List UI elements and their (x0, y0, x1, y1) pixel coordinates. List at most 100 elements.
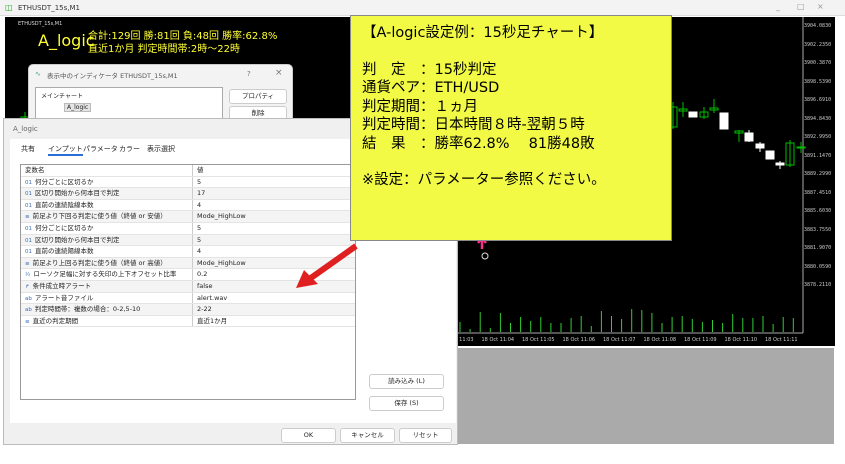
table-row[interactable]: 01 区切り開始から何本目で判定 17 (21, 188, 355, 200)
price-axis-label: 3880.0590 (804, 263, 832, 270)
param-type-icon: ½ (25, 272, 31, 279)
bearish-candle (719, 112, 729, 130)
bearish-candle (688, 111, 698, 118)
param-type-icon: 01 (25, 202, 32, 209)
param-value[interactable]: 4 (193, 246, 201, 257)
price-axis-label: 3878.2110 (804, 282, 832, 288)
param-value[interactable]: 直近1か月 (193, 316, 227, 327)
callout-line: 判定時間：日本時間８時-翌朝５時 (362, 117, 585, 133)
tree-root[interactable]: メインチャート (41, 91, 83, 100)
chart-window-icon: ◫ (5, 3, 13, 12)
param-name-text: アラート音ファイル (34, 293, 94, 302)
help-button[interactable]: ? (247, 70, 251, 78)
param-value[interactable]: 5 (193, 235, 201, 246)
param-name: ≡ 直近の判定期間 (21, 315, 193, 327)
table-row[interactable]: ≡ 前足より下回る判定に使う値（終値 or 安値） Mode_HighLow (21, 211, 355, 223)
param-name-text: 区切り開始から何本目で判定 (35, 189, 120, 198)
price-axis-label: 3904.0830 (804, 23, 832, 29)
param-name: 01 直前の連続陽線本数 (21, 246, 193, 257)
price-axis-label: 3902.2350 (804, 41, 832, 48)
bearish-candle (744, 132, 754, 142)
param-name: 01 何分ごとに区切るか (21, 222, 193, 234)
price-axis-label: 3896.6910 (804, 97, 832, 103)
param-type-icon: ↱ (25, 283, 30, 290)
price-axis-label: 3894.8430 (804, 115, 832, 122)
red-pointer-arrow-icon (296, 243, 358, 288)
close-button[interactable]: × (275, 68, 283, 78)
price-axis-label: 3881.9070 (804, 245, 832, 251)
load-button[interactable]: 読み込み (L) (369, 374, 444, 389)
save-button[interactable]: 保存 (S) (369, 396, 444, 411)
maximize-button[interactable]: □ (797, 2, 805, 11)
table-row[interactable]: ≡ 直近の判定期間 直近1か月 (21, 315, 355, 328)
param-name-text: 判定時間帯：複数の場合：0-2,5-10 (34, 305, 141, 314)
param-name: ≡ 前足より上回る判定に使う値（終値 or 高値） (21, 257, 193, 269)
settings-callout: 【A-logic設定例：15秒足チャート】 判 定 ：15秒判定 通貨ペア：ET… (350, 15, 672, 241)
price-axis-label: 3898.5390 (804, 78, 832, 85)
tab-parameters[interactable]: パラメータ (83, 144, 118, 154)
time-axis-label: 18 Oct 11:11 (765, 337, 798, 343)
param-value[interactable]: Mode_HighLow (193, 258, 246, 269)
indicator-name-label: A_logic (38, 31, 95, 50)
time-axis-label: 18 Oct 11:07 (603, 337, 636, 343)
table-row[interactable]: 01 何分ごとに区切るか 5 (21, 222, 355, 235)
param-value[interactable]: 2-22 (193, 304, 212, 315)
table-row[interactable]: ab アラート音ファイル alert.wav (21, 292, 355, 305)
ok-button[interactable]: OK (281, 428, 336, 443)
minimize-button[interactable]: _ (776, 2, 780, 11)
table-row[interactable]: 01 直前の連続陰線本数 4 (21, 199, 355, 212)
param-type-icon: 01 (25, 249, 32, 256)
signal-marker-circle (481, 252, 489, 260)
window-titlebar: ◫ ETHUSDT_15s,M1 _ □ × (0, 0, 845, 16)
tab-visualization[interactable]: 表示選択 (147, 144, 175, 154)
param-name-text: 前足より下回る判定に使う値（終値 or 安値） (32, 212, 167, 221)
properties-button[interactable]: プロパティ (229, 89, 287, 104)
callout-line: 通貨ペア：ETH/USD (362, 80, 500, 96)
param-value[interactable]: false (193, 281, 212, 292)
time-axis-label: 18 Oct 11:06 (562, 337, 596, 343)
chart-symbol-label: ETHUSDT_15s,M1 (18, 21, 63, 27)
price-axis-label: 3885.6030 (804, 208, 832, 214)
param-name: 01 何分ごとに区切るか (21, 176, 193, 188)
param-value[interactable]: alert.wav (193, 293, 227, 304)
param-type-icon: ≡ (25, 260, 30, 267)
param-type-icon: 01 (25, 237, 32, 244)
indicator-icon: ∿ (35, 70, 41, 78)
tab-colors[interactable]: カラー (119, 144, 140, 154)
param-name-text: 何分ごとに区切るか (35, 223, 94, 232)
close-button[interactable]: × (817, 2, 824, 11)
param-name: ≡ 前足より下回る判定に使う値（終値 or 安値） (21, 211, 193, 222)
tab-shared[interactable]: 共有 (21, 144, 35, 154)
tree-item-a-logic[interactable]: A_logic (64, 103, 92, 112)
dialog-title: A_logic (13, 125, 38, 133)
param-value[interactable]: 17 (193, 188, 205, 199)
tab-inputs[interactable]: インプット (48, 144, 83, 156)
param-name-text: 区切り開始から何本目で判定 (35, 235, 120, 244)
price-axis-label: 3892.9950 (804, 134, 832, 140)
param-type-icon: 01 (25, 179, 32, 186)
param-value[interactable]: 5 (193, 223, 201, 234)
param-value[interactable]: 5 (193, 177, 201, 188)
price-axis-label: 3883.7550 (804, 226, 832, 233)
price-axis-label: 3887.4510 (804, 189, 832, 196)
callout-line: 判 定 ：15秒判定 (362, 61, 497, 78)
stats-line-1: 合計:129回 勝:81回 負:48回 勝率:62.8% (88, 31, 278, 42)
indicator-stats: 合計:129回 勝:81回 負:48回 勝率:62.8% 直近1か月 判定時間帯… (88, 30, 277, 56)
time-axis-label: 18 Oct 11:08 (643, 337, 677, 343)
cancel-button[interactable]: キャンセル (340, 428, 395, 443)
param-type-icon: 01 (25, 225, 32, 232)
param-value[interactable]: 0.2 (193, 269, 207, 280)
param-value[interactable]: 4 (193, 200, 201, 211)
param-name-text: 条件成立時アラート (32, 281, 92, 290)
table-row[interactable]: ab 判定時間帯：複数の場合：0-2,5-10 2-22 (21, 304, 355, 316)
callout-note: ※設定：パラメーター参照ください。 (362, 172, 606, 188)
param-type-icon: ab (25, 307, 32, 314)
param-name-text: ローソク足幅に対する矢印の上下オフセット比率 (33, 270, 177, 279)
table-row[interactable]: 01 何分ごとに区切るか 5 (21, 176, 355, 189)
bearish-candle (775, 162, 785, 166)
param-value[interactable]: Mode_HighLow (193, 211, 246, 222)
param-name-text: 何分ごとに区切るか (35, 177, 94, 186)
param-type-icon: 01 (25, 191, 32, 198)
param-name: 01 区切り開始から何本目で判定 (21, 188, 193, 199)
reset-button[interactable]: リセット (399, 428, 452, 443)
